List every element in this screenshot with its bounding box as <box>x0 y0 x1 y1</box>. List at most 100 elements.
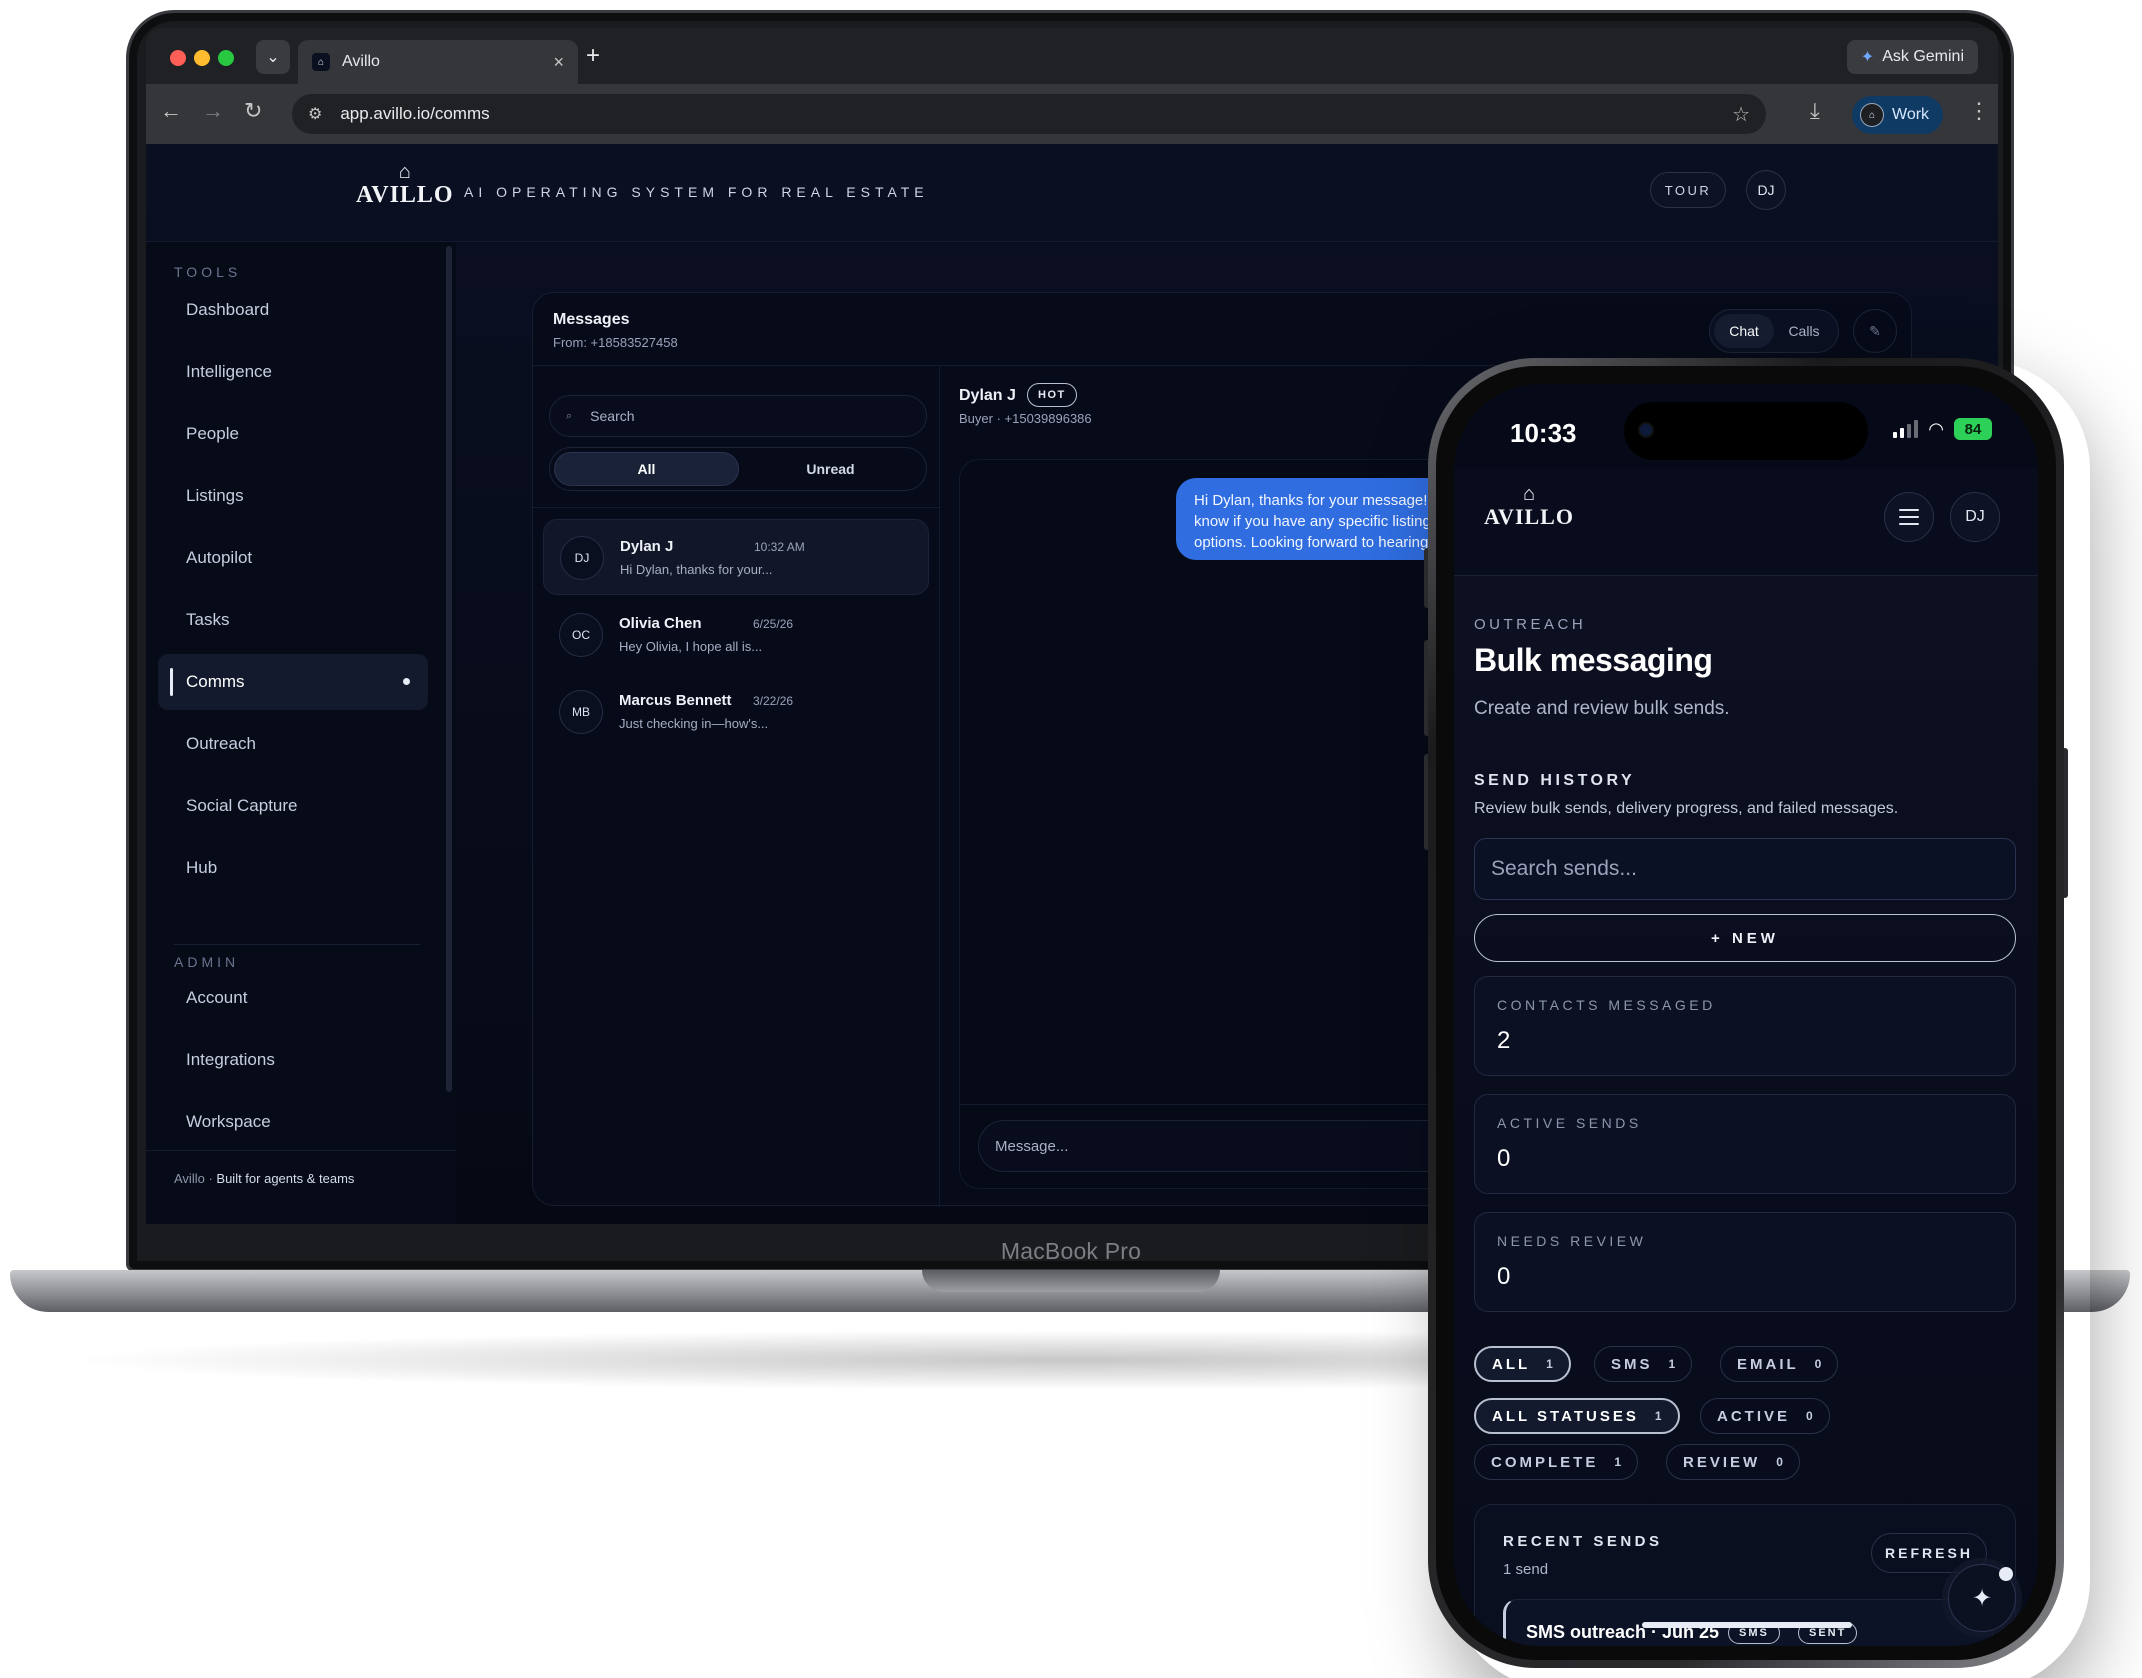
chip-label: ALL STATUSES <box>1492 1407 1639 1425</box>
lead-status-badge: HOT <box>1027 383 1077 407</box>
conversation-item[interactable]: DJ Dylan J 10:32 AM Hi Dylan, thanks for… <box>543 519 929 595</box>
chip-count: 0 <box>1776 1455 1783 1469</box>
download-icon[interactable]: ⤓ <box>1810 98 1820 124</box>
user-avatar[interactable]: DJ <box>1950 492 2000 542</box>
forward-arrow-icon[interactable]: → <box>202 98 224 124</box>
tab-title: Avillo <box>342 53 380 70</box>
tab-search-button[interactable]: ⌄ <box>256 40 290 74</box>
section-eyebrow: OUTREACH <box>1474 616 1587 633</box>
sidebar-item-dashboard[interactable]: Dashboard <box>158 282 428 338</box>
sidebar-item-account[interactable]: Account <box>158 970 428 1026</box>
home-indicator[interactable] <box>1642 1622 1852 1628</box>
close-window-button[interactable] <box>170 50 186 66</box>
sidebar-divider <box>174 944 420 945</box>
sidebar-item-outreach[interactable]: Outreach <box>158 716 428 772</box>
sidebar-item-label: Comms <box>186 672 245 691</box>
page-title: Bulk messaging <box>1474 642 1713 678</box>
maximize-window-button[interactable] <box>218 50 234 66</box>
house-icon: ⌂ <box>398 161 411 183</box>
stat-value: 0 <box>1497 1145 1511 1172</box>
new-tab-button[interactable]: + <box>586 42 600 70</box>
bookmark-star-icon[interactable]: ☆ <box>1732 102 1750 127</box>
more-menu-icon[interactable]: ⋮ <box>1968 98 1990 124</box>
sidebar-item-integrations[interactable]: Integrations <box>158 1032 428 1088</box>
sidebar-item-comms[interactable]: Comms <box>158 654 428 710</box>
chip-label: REVIEW <box>1683 1453 1761 1471</box>
ask-gemini-label: Ask Gemini <box>1882 48 1964 65</box>
mobile-app-header: ⌂ AVILLO DJ <box>1454 468 2038 576</box>
chevron-down-icon: ⌄ <box>266 49 280 66</box>
sidebar-item-autopilot[interactable]: Autopilot <box>158 530 428 586</box>
filter-chip-complete[interactable]: COMPLETE 1 <box>1474 1444 1639 1480</box>
sidebar-item-people[interactable]: People <box>158 406 428 462</box>
close-icon[interactable]: × <box>553 52 564 73</box>
profile-avatar-icon: ⌂ <box>1860 103 1884 127</box>
notification-dot-icon <box>1999 1567 2013 1581</box>
tab-calls[interactable]: Calls <box>1774 314 1834 348</box>
footer-brand: Avillo <box>174 1171 205 1186</box>
back-arrow-icon[interactable]: ← <box>160 98 182 124</box>
reload-icon[interactable]: ↻ <box>244 98 262 124</box>
tour-button[interactable]: TOUR <box>1650 172 1726 208</box>
sidebar-item-label: Autopilot <box>186 548 253 567</box>
chip-count: 1 <box>1654 1409 1662 1423</box>
site-settings-icon[interactable]: ⚙ <box>308 104 322 124</box>
admin-heading: ADMIN <box>174 954 240 970</box>
new-send-button[interactable]: + NEW <box>1474 914 2016 962</box>
sidebar-item-label: Outreach <box>186 734 256 753</box>
phone-screen: 10:33 ◠ 84 ⌂ AVILLO DJ OUTREACH Bulk mes… <box>1454 384 2038 1646</box>
sidebar-item-label: People <box>186 424 239 443</box>
chip-label: COMPLETE <box>1491 1453 1599 1471</box>
conversation-item[interactable]: MB Marcus Bennett 3/22/26 Just checking … <box>543 674 929 750</box>
tab-chat[interactable]: Chat <box>1714 314 1774 348</box>
sidebar-item-tasks[interactable]: Tasks <box>158 592 428 648</box>
profile-button[interactable]: ⌂ Work <box>1852 96 1944 134</box>
filter-chip-active[interactable]: ACTIVE 0 <box>1700 1398 1830 1434</box>
chip-label: SMS <box>1611 1355 1653 1373</box>
conversation-item[interactable]: OC Olivia Chen 6/25/26 Hey Olivia, I hop… <box>543 597 929 673</box>
sidebar-item-label: Intelligence <box>186 362 273 381</box>
search-sends-input[interactable] <box>1474 838 2016 900</box>
chip-label: ACTIVE <box>1717 1407 1791 1425</box>
status-bar-indicators: ◠ 84 <box>1893 418 1992 440</box>
chip-count: 1 <box>1668 1357 1676 1371</box>
sidebar: TOOLS Dashboard Intelligence People List… <box>146 242 456 1224</box>
ai-assistant-button[interactable]: ✦ <box>1948 1564 2016 1632</box>
filter-chip-review[interactable]: REVIEW 0 <box>1666 1444 1800 1480</box>
browser-tab[interactable]: ⌂ Avillo × <box>298 40 578 84</box>
stat-label: ACTIVE SENDS <box>1497 1115 1642 1131</box>
filter-chip-all[interactable]: ALL 1 <box>1474 1346 1571 1382</box>
avillo-logo[interactable]: ⌂ AVILLO <box>356 162 454 209</box>
chip-count: 1 <box>1614 1455 1622 1469</box>
filter-all[interactable]: All <box>554 452 739 486</box>
sidebar-scrollbar[interactable] <box>446 246 452 1092</box>
contact-name: Marcus Bennett <box>619 692 732 709</box>
bulk-messaging-page: OUTREACH Bulk messaging Create and revie… <box>1454 576 2038 1646</box>
laptop-opening-notch <box>922 1270 1220 1292</box>
message-input-placeholder: Message... <box>995 1137 1069 1155</box>
contact-avatar: MB <box>559 690 603 734</box>
sidebar-item-workspace[interactable]: Workspace <box>158 1094 428 1150</box>
active-contact-name: Dylan J <box>959 387 1016 404</box>
conversation-search-input[interactable]: ⌕ Search <box>549 395 927 437</box>
status-bar-time: 10:33 <box>1510 418 1577 448</box>
avillo-logo[interactable]: ⌂ AVILLO <box>1484 484 1574 530</box>
pencil-icon: ✎ <box>1869 322 1881 339</box>
filter-chip-email[interactable]: EMAIL 0 <box>1720 1346 1839 1382</box>
sidebar-item-listings[interactable]: Listings <box>158 468 428 524</box>
sidebar-item-hub[interactable]: Hub <box>158 840 428 896</box>
sidebar-item-social-capture[interactable]: Social Capture <box>158 778 428 834</box>
user-avatar[interactable]: DJ <box>1746 170 1786 210</box>
filter-chip-sms[interactable]: SMS 1 <box>1594 1346 1693 1382</box>
address-bar[interactable]: ⚙ app.avillo.io/comms ☆ <box>292 94 1766 134</box>
ask-gemini-button[interactable]: ✦ Ask Gemini <box>1846 40 1978 74</box>
active-dot-icon <box>403 678 410 685</box>
sidebar-item-intelligence[interactable]: Intelligence <box>158 344 428 400</box>
filter-unread[interactable]: Unread <box>739 452 922 486</box>
compose-button[interactable]: ✎ <box>1853 309 1897 353</box>
hamburger-menu-icon[interactable] <box>1884 492 1934 542</box>
sidebar-item-label: Tasks <box>186 610 230 629</box>
minimize-window-button[interactable] <box>194 50 210 66</box>
filter-chip-all-statuses[interactable]: ALL STATUSES 1 <box>1474 1398 1680 1434</box>
messages-from-number: From: +18583527458 <box>553 335 678 350</box>
